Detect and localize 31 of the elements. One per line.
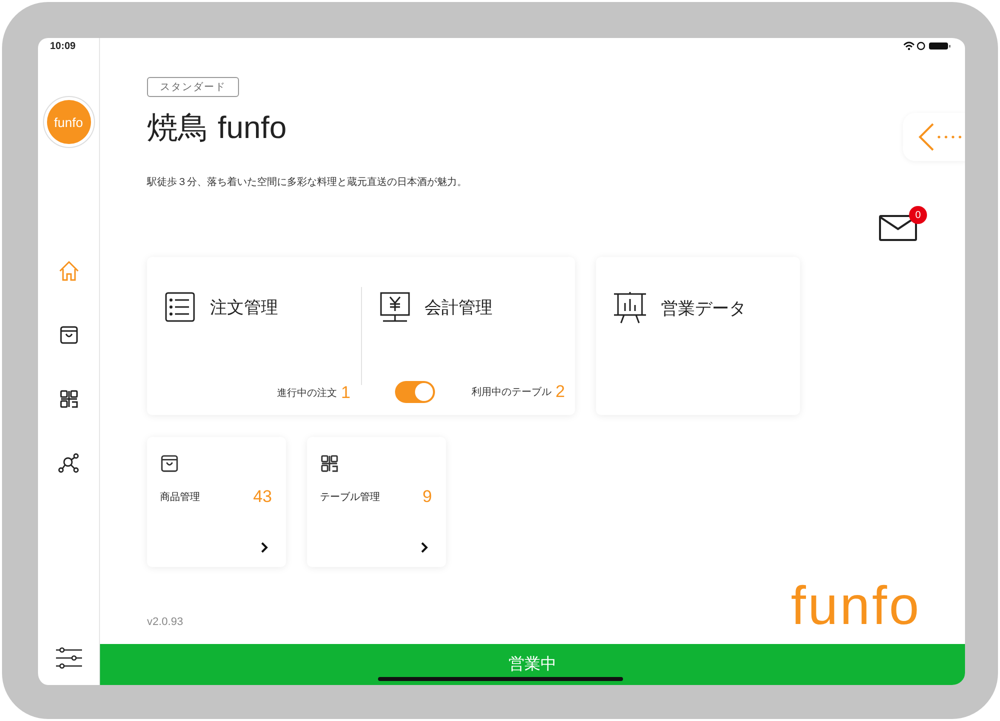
- status-time: 10:09: [50, 40, 76, 52]
- presentation-board-icon: [613, 291, 647, 325]
- shop-description: 駅徒歩３分、落ち着いた空間に多彩な料理と蔵元直送の日本酒が魅力。: [147, 176, 467, 189]
- card-count: 9: [422, 487, 432, 507]
- menu-card[interactable]: テーブル管理 9: [307, 437, 446, 567]
- version-label: v2.0.93: [147, 616, 184, 628]
- system-status-icons: [903, 41, 953, 51]
- bag-icon: [160, 454, 179, 473]
- section-title[interactable]: 会計管理: [424, 296, 492, 318]
- plan-badge: スタンダード: [147, 77, 239, 97]
- toggle-switch[interactable]: [394, 381, 434, 403]
- qr-code-icon: [320, 454, 339, 473]
- mail-count-badge: 0: [909, 206, 927, 224]
- card-count: 43: [253, 487, 272, 507]
- count-label: 利用中のテーブル: [472, 386, 552, 399]
- count-value: 2: [556, 382, 565, 402]
- settings-icon[interactable]: [54, 647, 82, 669]
- count-value: 1: [341, 383, 350, 403]
- sales-data-card[interactable]: 営業データ: [596, 257, 800, 415]
- logo: funfo: [46, 100, 90, 144]
- chevron-right-icon: [261, 542, 268, 553]
- brand-logo: funfo: [790, 575, 921, 637]
- card-title: 商品管理: [160, 490, 200, 504]
- chevron-right-icon: [421, 542, 428, 553]
- menu-card[interactable]: 商品管理 43: [147, 437, 286, 567]
- count-label: 進行中の注文: [277, 386, 338, 400]
- card-title: テーブル管理: [320, 490, 380, 504]
- section-title[interactable]: 注文管理: [210, 296, 278, 318]
- list-icon: [164, 291, 196, 323]
- register-icon: [378, 291, 410, 323]
- shop-title: 焼鳥 funfo: [147, 109, 287, 147]
